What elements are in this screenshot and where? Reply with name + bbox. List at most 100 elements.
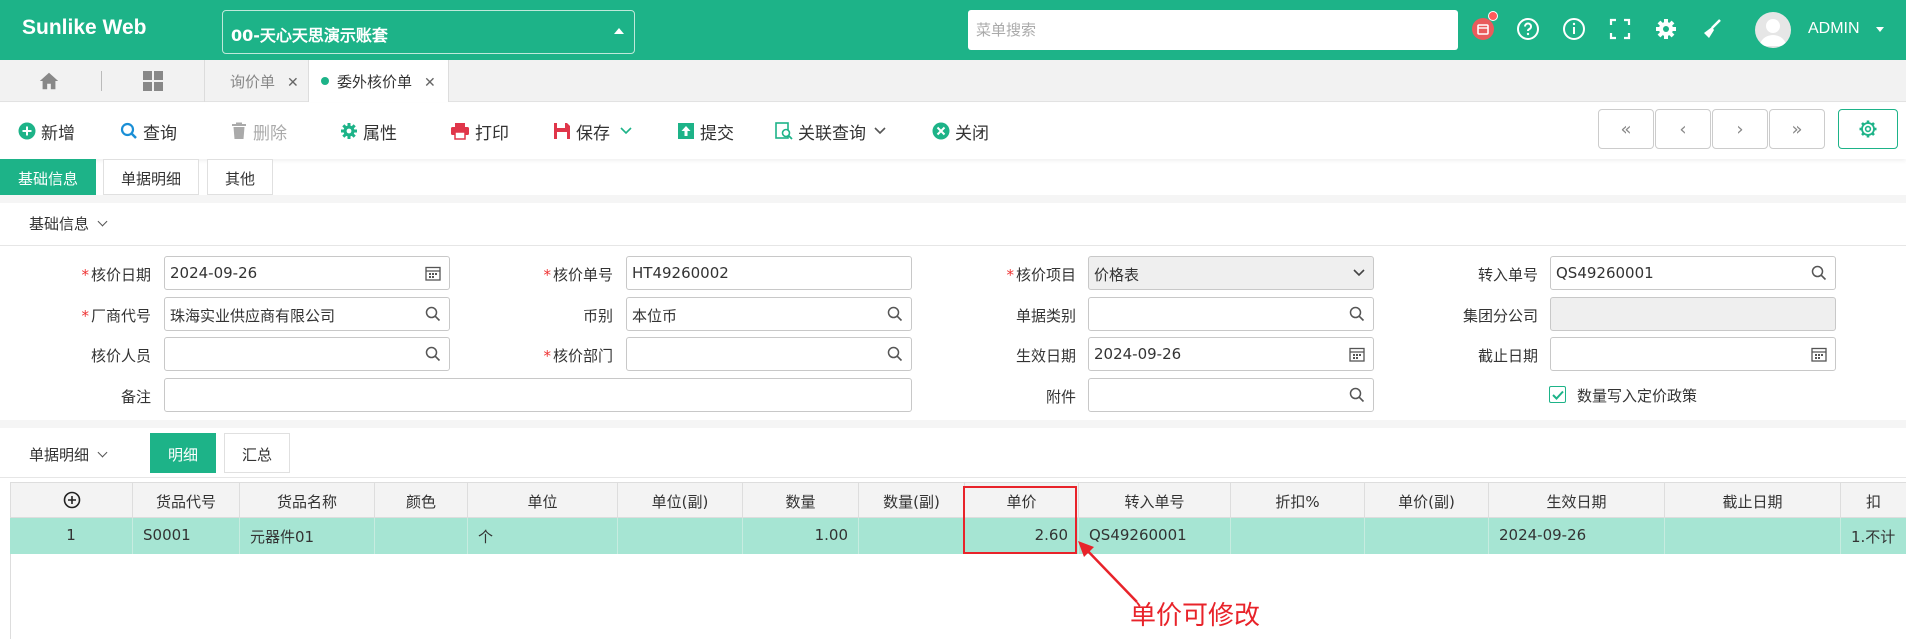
last-record-button[interactable]: »: [1769, 109, 1825, 149]
search-icon: [1349, 306, 1365, 322]
column-header[interactable]: 单位: [468, 483, 618, 519]
cell-discount[interactable]: [1231, 518, 1365, 554]
cell-name[interactable]: 元器件01: [240, 518, 375, 554]
settings-button[interactable]: [1838, 109, 1898, 149]
currency-field[interactable]: 本位币: [626, 297, 912, 331]
plus-circle-icon: [18, 122, 36, 140]
column-header[interactable]: 数量(副): [859, 483, 965, 519]
cell-unit-secondary[interactable]: [618, 518, 743, 554]
tab-basic-info[interactable]: 基础信息: [0, 159, 97, 195]
submit-button[interactable]: 提交: [677, 119, 734, 144]
add-row-button[interactable]: [10, 483, 133, 519]
close-button[interactable]: 关闭: [932, 119, 989, 144]
cell-code[interactable]: S0001: [133, 518, 240, 554]
avatar[interactable]: [1755, 12, 1791, 48]
save-button[interactable]: 保存: [553, 119, 637, 144]
menu-search-input[interactable]: [968, 10, 1458, 50]
broom-icon[interactable]: [1697, 14, 1727, 44]
add-button[interactable]: 新增: [18, 119, 75, 144]
fullscreen-icon[interactable]: [1605, 14, 1635, 44]
pricer-field[interactable]: [164, 337, 450, 371]
column-header[interactable]: 单价(副): [1365, 483, 1489, 519]
remark-field[interactable]: [164, 378, 912, 412]
end-date-field[interactable]: [1550, 337, 1836, 371]
gear-icon[interactable]: [1651, 14, 1681, 44]
end-date-label: 截止日期: [1477, 347, 1538, 365]
properties-button[interactable]: 属性: [340, 119, 397, 144]
column-header[interactable]: 转入单号: [1079, 483, 1231, 519]
cell-unit-price-secondary[interactable]: [1365, 518, 1489, 554]
divider: [0, 477, 1906, 478]
price-dept-label: * 核价部门: [543, 347, 613, 365]
price-date-field[interactable]: 2024-09-26: [164, 256, 450, 290]
group-branch-label: 集团分公司: [1462, 307, 1538, 325]
cell-qty-secondary[interactable]: [859, 518, 965, 554]
tab-other[interactable]: 其他: [207, 159, 274, 195]
annotation-highlight-box: [963, 486, 1077, 554]
next-record-button[interactable]: ›: [1712, 109, 1768, 149]
search-icon: [1349, 387, 1365, 403]
help-icon[interactable]: [1513, 14, 1543, 44]
first-record-button[interactable]: «: [1598, 109, 1654, 149]
top-bar: Sunlike Web 00-天心天思演示账套 ADMIN: [0, 0, 1906, 60]
search-icon: [1811, 265, 1827, 281]
caret-down-icon[interactable]: [1876, 27, 1884, 32]
user-name[interactable]: ADMIN: [1808, 20, 1860, 38]
cell-end-date[interactable]: [1665, 518, 1841, 554]
attachment-field[interactable]: [1088, 378, 1374, 412]
home-icon[interactable]: [38, 70, 60, 96]
column-header[interactable]: 折扣%: [1231, 483, 1365, 519]
divider: [0, 195, 1906, 203]
prev-record-button[interactable]: ‹: [1655, 109, 1711, 149]
tab-inquiry[interactable]: 询价单 ✕: [218, 60, 311, 102]
price-date-label: * 核价日期: [81, 266, 151, 284]
chevron-down-icon: [97, 447, 108, 458]
account-selector[interactable]: 00-天心天思演示账套: [222, 10, 635, 54]
column-header[interactable]: 数量: [743, 483, 859, 519]
cell-qty[interactable]: 1.00: [743, 518, 859, 554]
detail-section-toggle[interactable]: 单据明细: [29, 444, 108, 465]
column-header[interactable]: 单位(副): [618, 483, 743, 519]
column-header[interactable]: 扣: [1841, 483, 1906, 519]
tab-summary[interactable]: 汇总: [224, 433, 291, 473]
price-no-field[interactable]: HT49260002: [626, 256, 912, 290]
annotation-text: 单价可修改: [1130, 601, 1261, 631]
calendar-alert-icon[interactable]: [1468, 11, 1498, 44]
info-icon[interactable]: [1559, 14, 1589, 44]
cell-color[interactable]: [375, 518, 468, 554]
column-header[interactable]: 生效日期: [1489, 483, 1665, 519]
qty-to-pricing-policy-checkbox[interactable]: [1549, 386, 1566, 403]
delete-button[interactable]: 删除: [230, 119, 287, 144]
close-icon[interactable]: ✕: [287, 75, 299, 91]
query-button[interactable]: 查询: [120, 119, 177, 144]
close-icon[interactable]: ✕: [424, 75, 436, 91]
properties-label: 属性: [363, 123, 397, 144]
transfer-no-field[interactable]: QS49260001: [1550, 256, 1836, 290]
doc-type-field[interactable]: [1088, 297, 1374, 331]
price-dept-field[interactable]: [626, 337, 912, 371]
grid-header: 货品代号 货品名称 颜色 单位 单位(副) 数量 数量(副) 单价 转入单号 折…: [10, 482, 1906, 519]
calendar-icon: [425, 266, 441, 281]
apps-grid-icon[interactable]: [142, 70, 164, 96]
cell-unit[interactable]: 个: [468, 518, 618, 554]
cell-deduct[interactable]: 1.不计: [1841, 518, 1906, 554]
cell-effective-date[interactable]: 2024-09-26: [1489, 518, 1665, 554]
tab-outsourcing-pricing[interactable]: 委外核价单 ✕: [308, 60, 449, 102]
print-button[interactable]: 打印: [450, 119, 509, 144]
effective-date-field[interactable]: 2024-09-26: [1088, 337, 1374, 371]
price-item-select[interactable]: 价格表: [1088, 256, 1374, 290]
tab-detail[interactable]: 明细: [150, 433, 217, 473]
vendor-code-field[interactable]: 珠海实业供应商有限公司: [164, 297, 450, 331]
tab-document-detail[interactable]: 单据明细: [103, 159, 200, 195]
related-query-button[interactable]: 关联查询: [775, 119, 891, 144]
basic-info-section-toggle[interactable]: 基础信息: [29, 213, 108, 234]
table-row[interactable]: 1 S0001 元器件01 个 1.00 2.60 QS49260001 202…: [10, 518, 1906, 554]
print-label: 打印: [475, 123, 509, 144]
column-header[interactable]: 货品代号: [133, 483, 240, 519]
column-header[interactable]: 货品名称: [240, 483, 375, 519]
column-header[interactable]: 颜色: [375, 483, 468, 519]
divider: [101, 71, 102, 91]
search-icon: [887, 346, 903, 362]
column-header[interactable]: 截止日期: [1665, 483, 1841, 519]
floppy-icon: [554, 123, 570, 139]
